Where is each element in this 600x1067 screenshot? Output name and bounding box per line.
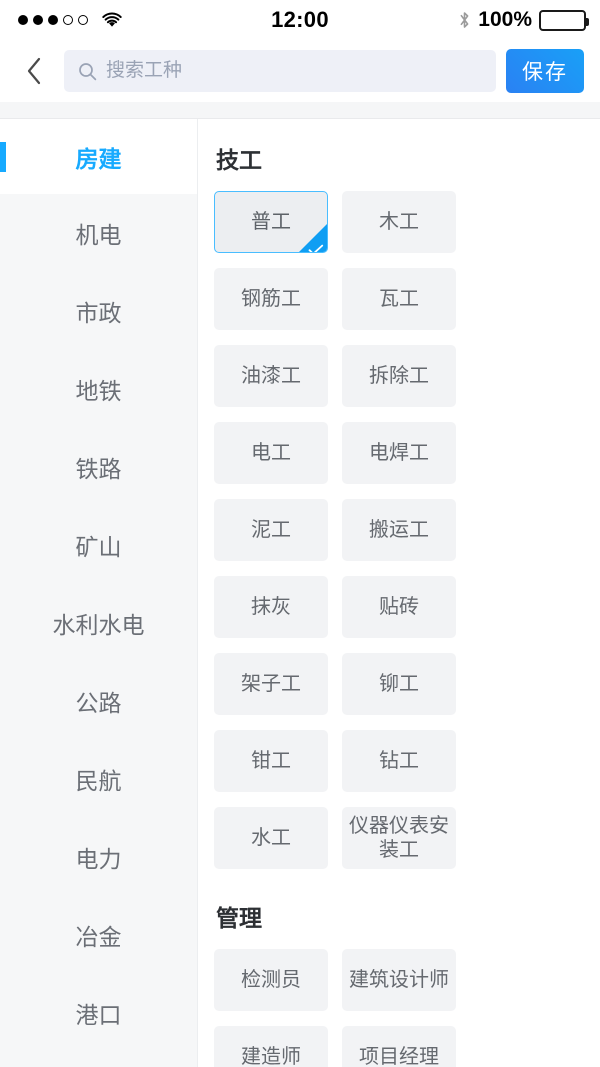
job-type-chip[interactable]: 拆除工 [342, 345, 456, 407]
job-type-chip[interactable]: 仪器仪表安装工 [342, 807, 456, 869]
job-type-chip[interactable]: 钳工 [214, 730, 328, 792]
job-type-chip[interactable]: 建筑设计师 [342, 949, 456, 1011]
sidebar-item-8[interactable]: 民航 [0, 740, 197, 818]
job-type-chip-label: 泥工 [251, 519, 291, 541]
job-type-chip-label: 建造师 [241, 1046, 301, 1067]
job-type-chip-label: 油漆工 [241, 365, 301, 387]
job-type-chip[interactable]: 贴砖 [342, 576, 456, 638]
app-screen: 12:00 100% 保存 [0, 0, 600, 1067]
job-type-grid: 检测员建筑设计师建造师项目经理工长监理实验员检验员施工员质量员测量员技术员 [214, 949, 580, 1067]
sidebar-item-11[interactable]: 港口 [0, 974, 197, 1052]
sidebar-item-label: 机电 [75, 222, 122, 248]
job-type-chip[interactable]: 建造师 [214, 1026, 328, 1067]
job-type-chip-selected[interactable]: 普工 [214, 191, 328, 253]
sidebar-item-6[interactable]: 水利水电 [0, 584, 197, 662]
job-type-chip-label: 水工 [251, 827, 291, 849]
header-divider-band [0, 102, 600, 118]
page-body: 房建机电市政地铁铁路矿山水利水电公路民航电力冶金港口 技工普工 木工钢筋工 瓦工油漆… [0, 119, 600, 1067]
bluetooth-icon [458, 10, 471, 30]
battery-full-icon [539, 9, 589, 31]
sidebar-item-2[interactable]: 市政 [0, 272, 197, 350]
sidebar-item-label: 水利水电 [52, 612, 145, 638]
status-bar: 12:00 100% [0, 0, 600, 40]
sidebar-item-5[interactable]: 矿山 [0, 506, 197, 584]
job-type-chip[interactable]: 项目经理 [342, 1026, 456, 1067]
job-type-chip[interactable]: 铆工 [342, 653, 456, 715]
job-type-chip-label: 普工 [251, 211, 291, 233]
job-type-chip-label: 检测员 [241, 969, 301, 991]
sidebar-item-label: 电力 [75, 846, 122, 872]
job-type-chip-label: 架子工 [241, 673, 301, 695]
sidebar-item-10[interactable]: 冶金 [0, 896, 197, 974]
app-header: 保存 [0, 40, 600, 102]
job-type-chip[interactable]: 电焊工 [342, 422, 456, 484]
sidebar-item-1[interactable]: 机电 [0, 194, 197, 272]
sidebar-item-label: 市政 [75, 300, 122, 326]
job-type-chip[interactable]: 油漆工 [214, 345, 328, 407]
category-sidebar[interactable]: 房建机电市政地铁铁路矿山水利水电公路民航电力冶金港口 [0, 119, 198, 1067]
job-type-chip[interactable]: 搬运工 [342, 499, 456, 561]
sidebar-item-label: 港口 [75, 1002, 122, 1028]
sidebar-item-7[interactable]: 公路 [0, 662, 197, 740]
job-type-chip[interactable]: 检测员 [214, 949, 328, 1011]
sidebar-item-4[interactable]: 铁路 [0, 428, 197, 506]
save-button[interactable]: 保存 [506, 49, 584, 93]
job-type-chip-label: 木工 [379, 211, 419, 233]
search-box[interactable] [64, 50, 496, 92]
job-type-chip[interactable]: 钻工 [342, 730, 456, 792]
search-icon [78, 62, 97, 81]
job-type-chip[interactable]: 电工 [214, 422, 328, 484]
job-type-chip-label: 贴砖 [379, 596, 419, 618]
job-type-chip-label: 瓦工 [379, 288, 419, 310]
job-type-chip-label: 搬运工 [369, 519, 429, 541]
job-type-chip-label: 电焊工 [369, 442, 429, 464]
check-icon [308, 238, 324, 252]
sidebar-item-3[interactable]: 地铁 [0, 350, 197, 428]
job-type-chip[interactable]: 架子工 [214, 653, 328, 715]
job-type-chip-label: 铆工 [379, 673, 419, 695]
chevron-left-icon [27, 57, 41, 85]
search-input[interactable] [106, 60, 482, 82]
section-title: 技工 [216, 147, 262, 173]
job-type-chip[interactable]: 抹灰 [214, 576, 328, 638]
job-type-chip-label: 建筑设计师 [349, 969, 449, 991]
job-type-chip-label: 电工 [251, 442, 291, 464]
sidebar-item-label: 民航 [75, 768, 122, 794]
job-type-chip[interactable]: 木工 [342, 191, 456, 253]
job-type-chip-label: 仪器仪表安装工 [349, 815, 449, 861]
sidebar-item-label: 地铁 [75, 378, 122, 404]
sidebar-item-9[interactable]: 电力 [0, 818, 197, 896]
job-type-chip[interactable]: 钢筋工 [214, 268, 328, 330]
job-type-chip[interactable]: 泥工 [214, 499, 328, 561]
sidebar-item-label: 房建 [75, 145, 122, 172]
back-button[interactable] [14, 47, 54, 95]
job-type-chip[interactable]: 水工 [214, 807, 328, 869]
sidebar-item-label: 铁路 [75, 456, 122, 482]
sidebar-item-label: 公路 [75, 690, 122, 716]
job-type-chip-label: 抹灰 [251, 596, 291, 618]
sidebar-item-label: 冶金 [75, 924, 122, 950]
job-type-chip-label: 钻工 [379, 750, 419, 772]
sidebar-item-0[interactable]: 房建 [0, 119, 197, 194]
status-bar-right: 100% [458, 0, 589, 40]
job-type-chip[interactable]: 瓦工 [342, 268, 456, 330]
section-title: 管理 [216, 905, 262, 931]
job-type-chip-label: 钳工 [251, 750, 291, 772]
job-type-grid: 普工 木工钢筋工 瓦工油漆工 拆除工电工 电焊工泥工 搬运工抹灰 贴砖架子工 铆工钳工 钻工水工… [214, 191, 580, 869]
battery-percent-label: 100% [478, 8, 532, 31]
job-type-chip-label: 钢筋工 [241, 288, 301, 310]
job-type-chip-label: 拆除工 [369, 365, 429, 387]
job-type-content: 技工普工 木工钢筋工 瓦工油漆工 拆除工电工 电焊工泥工 搬运工抹灰 贴砖架子工 铆工钳工 钻工… [198, 119, 600, 1067]
sidebar-item-label: 矿山 [75, 534, 122, 560]
job-type-chip-label: 项目经理 [359, 1046, 439, 1067]
